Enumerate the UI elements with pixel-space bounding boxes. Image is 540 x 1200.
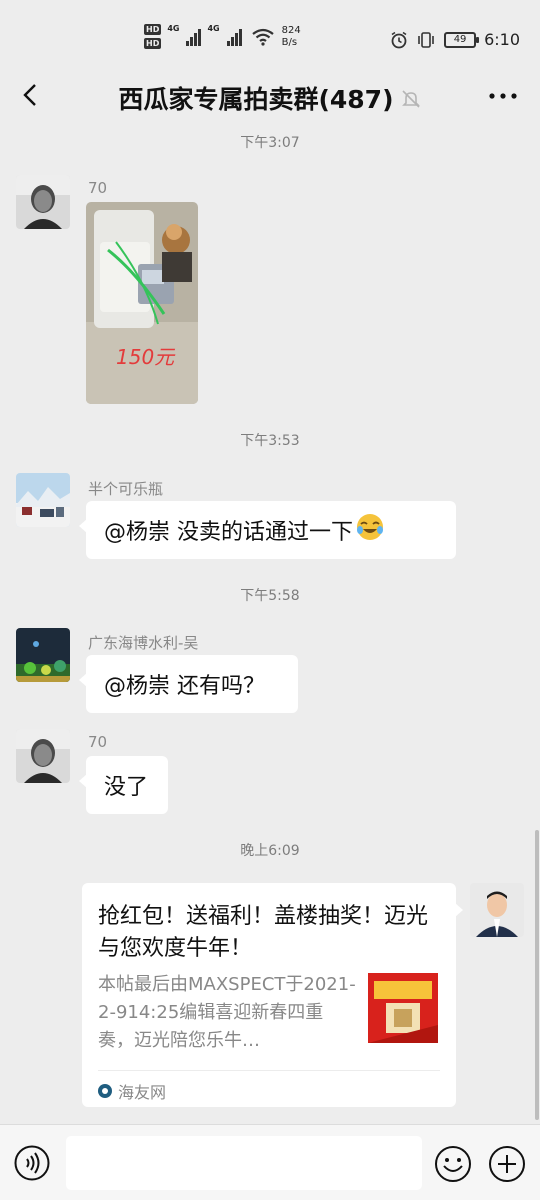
- message-text: @杨崇 还有吗？: [104, 674, 265, 699]
- laughing-emoji-icon: [355, 512, 385, 548]
- voice-input-button[interactable]: [14, 1145, 50, 1181]
- emoji-button[interactable]: [434, 1145, 472, 1183]
- hd-badge: HD: [144, 38, 162, 49]
- sender-name: 广东海博水利-吴: [88, 634, 199, 652]
- hd-indicators: HD HD: [144, 24, 162, 49]
- text-message-bubble[interactable]: @杨崇 还有吗？: [79, 655, 298, 713]
- link-card-thumbnail: [368, 973, 438, 1043]
- plus-icon: [489, 1146, 525, 1182]
- link-card-source-name: 海友网: [118, 1083, 167, 1102]
- sender-name: 半个可乐瓶: [88, 480, 164, 498]
- card-divider: [98, 1070, 440, 1071]
- emoji-icon: [435, 1146, 471, 1182]
- signal-icon: [226, 28, 242, 46]
- link-card-source: 海友网: [98, 1079, 166, 1103]
- link-card-title: 抢红包！送福利！盖楼抽奖！迈光与您欢度牛年！: [98, 904, 429, 961]
- vibrate-icon: [418, 31, 434, 48]
- image-message[interactable]: 150元: [86, 202, 198, 404]
- avatar[interactable]: [16, 729, 70, 783]
- voice-icon: [14, 1145, 50, 1181]
- mute-bell-icon: [400, 87, 422, 116]
- timestamp: 下午5:58: [240, 588, 300, 604]
- battery-icon: 49: [444, 31, 480, 48]
- image-price-label: 150元: [116, 345, 176, 369]
- link-card-description: 本帖最后由MAXSPECT于2021-2-914:25编辑喜迎新春四重奏，迈光陪…: [98, 974, 356, 1051]
- avatar[interactable]: [16, 628, 70, 682]
- avatar[interactable]: [16, 175, 70, 229]
- message-text: @杨崇 没卖的话通过一下: [104, 520, 353, 545]
- network-type-label: 4G: [167, 24, 180, 33]
- timestamp: 下午3:07: [240, 135, 300, 151]
- status-left: HD HD 4G 4G 824 B/s: [144, 24, 301, 49]
- my-avatar[interactable]: [470, 883, 524, 937]
- more-options-button[interactable]: [488, 86, 518, 106]
- chat-title: 西瓜家专属拍卖群(487): [0, 80, 540, 116]
- avatar[interactable]: [16, 473, 70, 527]
- net-speed-unit: B/s: [281, 36, 298, 48]
- input-bar: [0, 1124, 540, 1200]
- status-right: 49 6:10: [390, 30, 520, 49]
- timestamp: 下午3:53: [240, 433, 300, 449]
- message-input[interactable]: [66, 1136, 422, 1190]
- sender-name: 70: [88, 179, 108, 197]
- net-speed: 824 B/s: [282, 25, 301, 49]
- network-type-label: 4G: [207, 24, 220, 33]
- message-text: 没了: [104, 775, 149, 800]
- status-bar: HD HD 4G 4G 824 B/s 49 6:10: [0, 0, 540, 66]
- alarm-icon: [391, 31, 407, 48]
- source-logo-icon: [98, 1084, 112, 1098]
- link-card-message[interactable]: 抢红包！送福利！盖楼抽奖！迈光与您欢度牛年！ 本帖最后由MAXSPECT于202…: [82, 883, 463, 1107]
- more-dots-icon: [489, 93, 517, 99]
- wifi-icon: [251, 28, 274, 46]
- chat-header: 西瓜家专属拍卖群(487): [0, 66, 540, 122]
- more-actions-button[interactable]: [488, 1145, 526, 1183]
- text-message-bubble[interactable]: 没了: [79, 756, 168, 814]
- scrollbar[interactable]: [535, 830, 539, 1120]
- signal-icon: [186, 28, 202, 46]
- clock: 6:10: [484, 30, 520, 49]
- chat-title-text: 西瓜家专属拍卖群(487): [118, 85, 394, 114]
- hd-badge: HD: [144, 24, 162, 35]
- net-speed-value: 824: [281, 24, 301, 36]
- sender-name: 70: [88, 733, 108, 751]
- text-message-bubble[interactable]: @杨崇 没卖的话通过一下: [79, 501, 456, 559]
- timestamp: 晚上6:09: [240, 843, 300, 859]
